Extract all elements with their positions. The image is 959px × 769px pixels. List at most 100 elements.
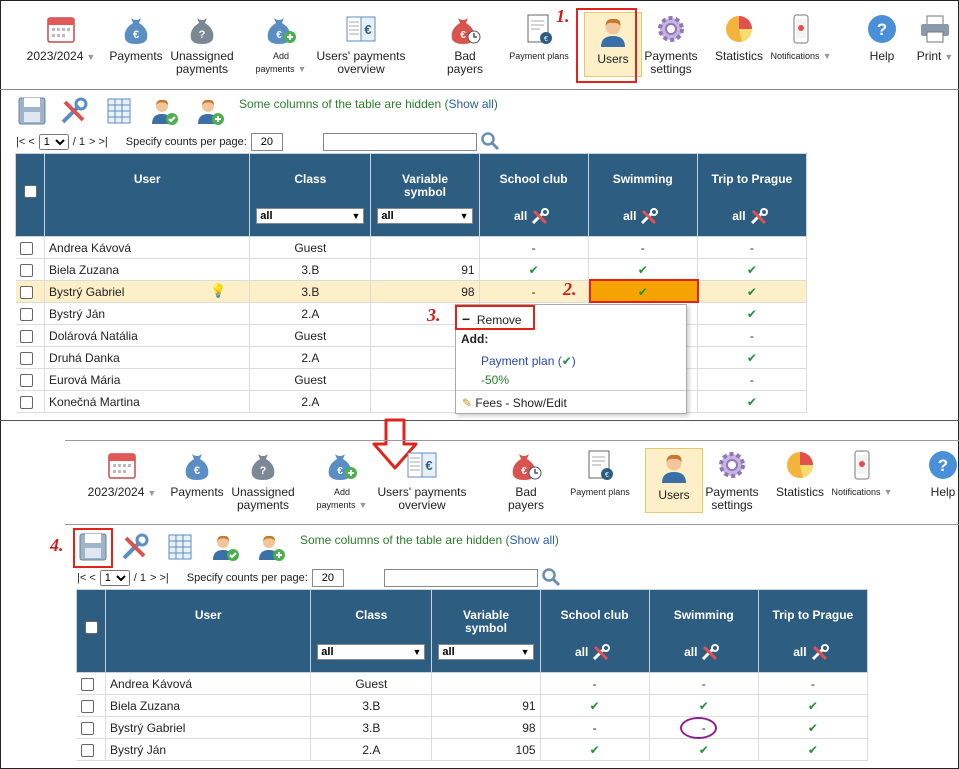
tools-icon[interactable]	[750, 208, 772, 225]
dropdown-arrow-icon[interactable]: ▼	[147, 488, 156, 498]
column-header-school-club[interactable]: School club all	[539, 589, 650, 673]
page-select[interactable]: 1	[38, 134, 69, 150]
row-select[interactable]	[76, 694, 107, 717]
cell-user[interactable]: Bystrý Ján	[105, 738, 312, 761]
dropdown-arrow-icon[interactable]: ▼	[298, 64, 307, 74]
remove-menu-item[interactable]: − Remove	[462, 311, 686, 327]
table-row[interactable]: Druhá Danka2.A15✔	[15, 346, 808, 369]
user-add-icon[interactable]	[195, 96, 225, 126]
tools-icon[interactable]	[120, 532, 150, 562]
cell-school-club[interactable]: ✔	[540, 694, 650, 717]
row-select[interactable]	[76, 738, 107, 761]
user-check-icon[interactable]	[210, 532, 240, 562]
column-header-swimming[interactable]: Swimming all	[587, 153, 698, 237]
column-header-variable-symbol[interactable]: Variable symbol all ▼	[431, 589, 541, 673]
cell-trip-to-prague[interactable]: -	[697, 324, 808, 347]
cell-trip-to-prague[interactable]: ✔	[697, 390, 808, 413]
toolbar-printer-button[interactable]: Print ▼	[905, 12, 959, 64]
toolbar-money-bag-clock-button[interactable]: € Bad payers	[496, 448, 556, 512]
next-last-page[interactable]: > >|	[89, 136, 108, 148]
toolbar-gear-button[interactable]: Payments settings	[687, 448, 777, 512]
column-filter[interactable]: all ▼	[317, 644, 426, 660]
toolbar-money-bag-clock-button[interactable]: € Bad payers	[435, 12, 495, 76]
cell-trip-to-prague[interactable]: ✔	[697, 258, 808, 281]
column-header-user[interactable]: User	[105, 589, 312, 673]
dropdown-arrow-icon[interactable]: ▼	[884, 487, 893, 497]
cell-school-club[interactable]: -	[540, 716, 650, 739]
search-input-bottom[interactable]	[384, 569, 538, 587]
cell-user[interactable]: Dolárová Natália	[44, 324, 251, 347]
toolbar-phone-notification-button[interactable]: Notifications ▼	[771, 12, 831, 63]
row-checkbox[interactable]	[19, 395, 33, 409]
cell-user[interactable]: Andrea Kávová	[105, 672, 312, 695]
cell-user[interactable]: Druhá Danka	[44, 346, 251, 369]
row-checkbox[interactable]	[19, 373, 33, 387]
row-select[interactable]	[76, 672, 107, 695]
column-tools[interactable]: all	[698, 208, 806, 225]
column-header-swimming[interactable]: Swimming all	[648, 589, 759, 673]
cell-trip-to-prague[interactable]: -	[758, 672, 869, 695]
toolbar-help-button[interactable]: ? Help	[913, 448, 959, 499]
save-icon[interactable]	[17, 96, 47, 126]
cell-user[interactable]: Bystrý Gabriel	[105, 716, 312, 739]
per-page-input[interactable]	[311, 569, 344, 587]
row-checkbox[interactable]	[19, 351, 33, 365]
table-row[interactable]: Bystrý Ján2.A1✔	[15, 302, 808, 325]
cell-user[interactable]: Bystrý Ján	[44, 302, 251, 325]
tools-icon[interactable]	[701, 644, 723, 661]
cell-swimming[interactable]: ✔	[649, 694, 759, 717]
column-filter[interactable]: all ▼	[438, 644, 534, 660]
column-header-trip-to-prague[interactable]: Trip to Prague all	[757, 589, 869, 673]
first-prev-page[interactable]: |< <	[77, 572, 96, 584]
row-select[interactable]	[76, 716, 107, 739]
tools-icon[interactable]	[592, 644, 614, 661]
next-last-page[interactable]: > >|	[150, 572, 169, 584]
toolbar-ledger-euro-button[interactable]: € Users' payments overview	[377, 448, 467, 512]
column-tools[interactable]: all	[480, 208, 588, 225]
row-select[interactable]	[15, 236, 46, 259]
row-select[interactable]	[15, 280, 46, 303]
cell-trip-to-prague[interactable]: ✔	[758, 716, 869, 739]
cell-trip-to-prague[interactable]: ✔	[758, 738, 869, 761]
column-header-user[interactable]: User	[44, 153, 251, 237]
cell-user[interactable]: Biela Zuzana	[105, 694, 312, 717]
discount-menu-item[interactable]: -50%	[481, 373, 686, 387]
search-icon[interactable]	[541, 567, 561, 587]
toolbar-money-bag-question-button[interactable]: ? Unassigned payments	[218, 448, 308, 512]
cell-trip-to-prague[interactable]: ✔	[758, 694, 869, 717]
table-row[interactable]: Bystrý Gabriel 💡 3.B 98- ✔ ✔	[15, 280, 808, 303]
column-tools[interactable]: all	[541, 644, 649, 661]
column-tools[interactable]: all	[759, 644, 867, 661]
dropdown-arrow-icon[interactable]: ▼	[359, 500, 368, 510]
toolbar-gear-button[interactable]: Payments settings	[626, 12, 716, 76]
user-add-icon[interactable]	[256, 532, 286, 562]
dropdown-arrow-icon[interactable]: ▼	[944, 52, 953, 62]
cell-school-club[interactable]: -	[540, 672, 650, 695]
cell-user[interactable]: Biela Zuzana	[44, 258, 251, 281]
table-row[interactable]: Andrea Kávová Guest - - -	[76, 672, 869, 695]
toolbar-money-bag-add-button[interactable]: € Add payments ▼	[312, 448, 372, 512]
toolbar-pie-chart-button[interactable]: Statistics	[770, 448, 830, 499]
toolbar-ledger-euro-button[interactable]: € Users' payments overview	[316, 12, 406, 76]
cell-user[interactable]: Konečná Martina	[44, 390, 251, 413]
toolbar-help-button[interactable]: ? Help	[852, 12, 912, 63]
cell-school-club[interactable]: ✔	[540, 738, 650, 761]
toolbar-phone-notification-button[interactable]: Notifications ▼	[832, 448, 892, 499]
row-checkbox[interactable]	[19, 241, 33, 255]
cell-school-club[interactable]: -	[479, 236, 589, 259]
table-row[interactable]: Bystrý Gabriel 3.B 98- - ✔	[76, 716, 869, 739]
cell-trip-to-prague[interactable]: -	[697, 236, 808, 259]
cell-user[interactable]: Eurová Mária	[44, 368, 251, 391]
column-header-school-club[interactable]: School club all	[478, 153, 589, 237]
select-all-checkbox[interactable]	[24, 185, 37, 198]
row-checkbox[interactable]	[19, 329, 33, 343]
cell-user[interactable]: Andrea Kávová	[44, 236, 251, 259]
show-all-link[interactable]: Show all	[509, 533, 554, 547]
page-select[interactable]: 1	[99, 570, 130, 586]
table-row[interactable]: Dolárová Natália Guest -	[15, 324, 808, 347]
cell-trip-to-prague[interactable]: ✔	[697, 346, 808, 369]
row-checkbox[interactable]	[19, 263, 33, 277]
table-row[interactable]: Eurová Mária Guest -	[15, 368, 808, 391]
row-checkbox[interactable]	[19, 307, 33, 321]
table-row[interactable]: Bystrý Ján 2.A 105 ✔ ✔ ✔	[76, 738, 869, 761]
